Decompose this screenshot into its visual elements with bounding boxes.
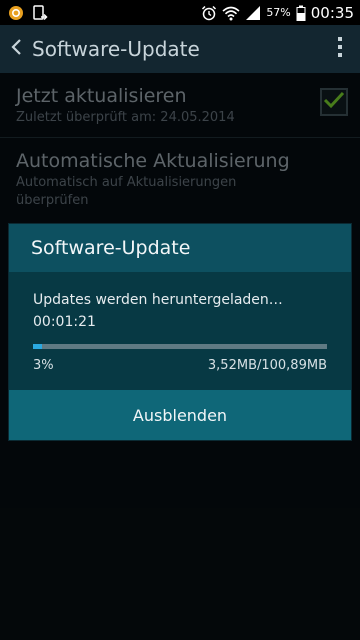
progress-size: 3,52MB/100,89MB xyxy=(207,358,327,373)
dialog-body: Updates werden heruntergeladen… 00:01:21… xyxy=(9,272,351,390)
progress-percent: 3% xyxy=(33,358,54,373)
download-dialog: Software-Update Updates werden herunterg… xyxy=(9,224,351,440)
wifi-icon xyxy=(222,5,240,21)
page-title: Software-Update xyxy=(32,37,200,61)
status-bar-right: 57% 00:35 xyxy=(201,4,354,22)
update-notification-icon xyxy=(32,4,48,21)
overflow-menu-icon xyxy=(337,36,343,62)
dialog-title: Software-Update xyxy=(9,224,351,272)
status-bar-left xyxy=(8,4,48,21)
alarm-icon xyxy=(201,5,217,21)
battery-percent: 57% xyxy=(266,6,291,19)
hide-button[interactable]: Ausblenden xyxy=(9,390,351,440)
battery-icon xyxy=(296,5,306,21)
chevron-left-icon xyxy=(10,38,22,60)
signal-icon xyxy=(245,5,261,21)
back-button[interactable] xyxy=(0,25,32,73)
progress-fill xyxy=(33,344,42,349)
status-bar: 57% 00:35 xyxy=(0,0,360,25)
progress-info: 3% 3,52MB/100,89MB xyxy=(33,358,327,373)
download-message: Updates werden heruntergeladen… xyxy=(33,292,283,308)
elapsed-time: 00:01:21 xyxy=(33,314,96,330)
overflow-menu-button[interactable] xyxy=(320,25,360,73)
action-bar: Software-Update xyxy=(0,25,360,73)
app-notification-icon xyxy=(8,5,24,21)
progress-bar xyxy=(33,344,327,349)
clock: 00:35 xyxy=(310,3,354,22)
